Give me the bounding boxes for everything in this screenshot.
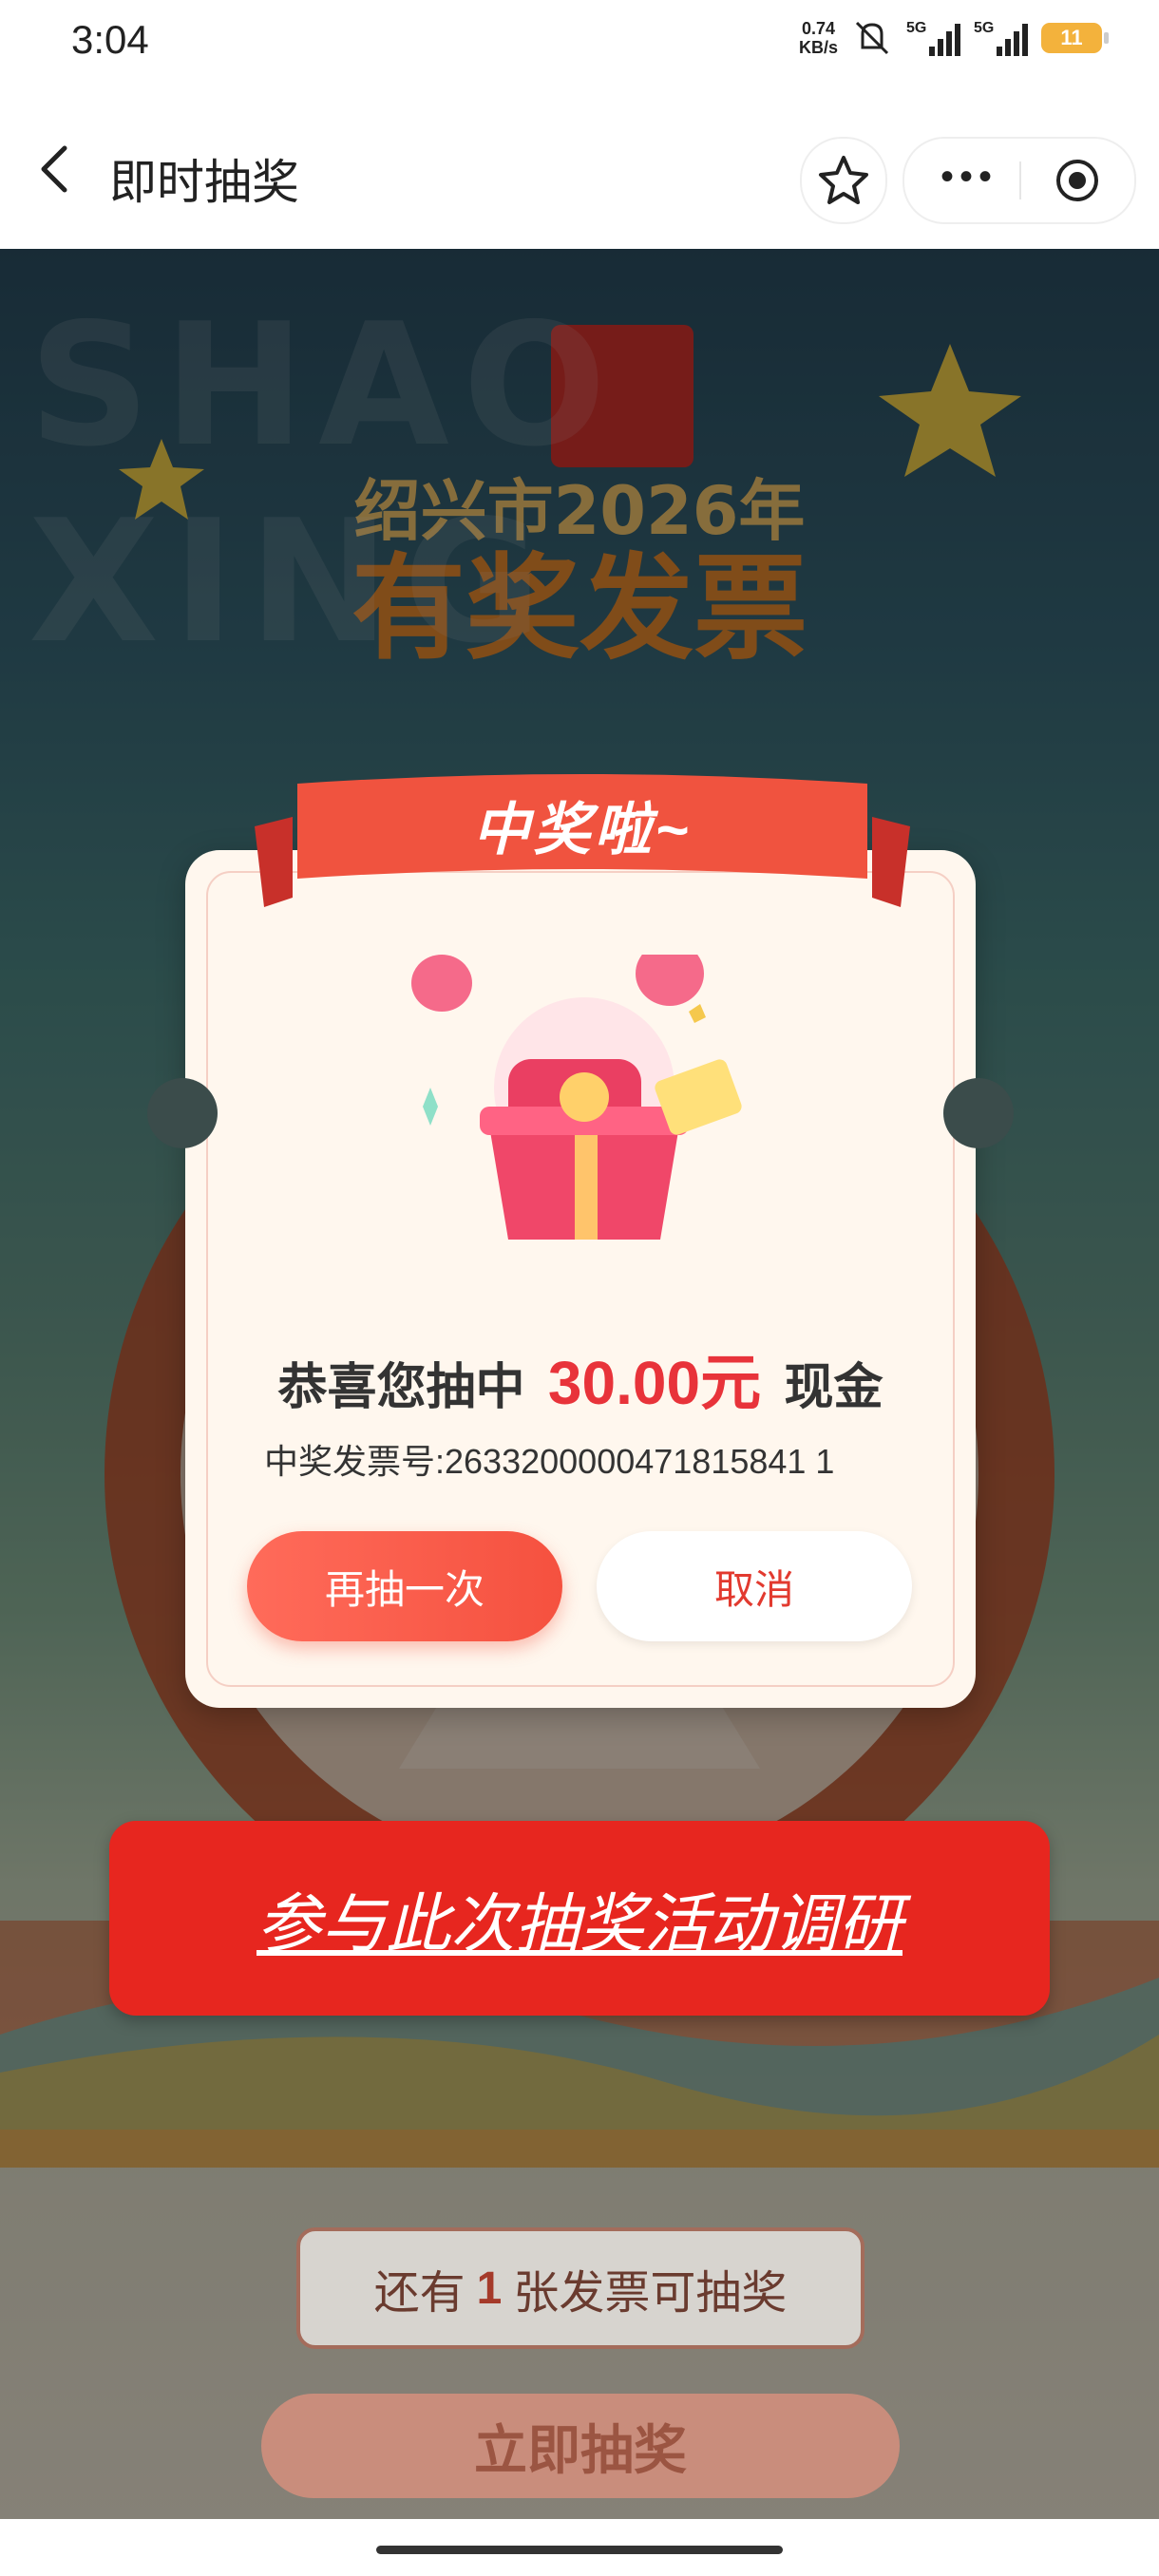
invoice-number: 中奖发票号:2633200000471815841 1 <box>264 1442 835 1481</box>
close-target-icon[interactable] <box>1054 158 1100 203</box>
signal-sim2-icon: 5G <box>974 20 1028 56</box>
status-bar: 3:04 0.74 KB/s 5G 5G 11 <box>0 0 1159 87</box>
draw-now-button[interactable]: 立即抽奖 <box>261 2394 900 2498</box>
home-indicator[interactable] <box>376 2546 783 2554</box>
gift-box-illustration <box>411 955 742 1240</box>
home-indicator-area <box>0 2519 1159 2576</box>
cancel-button[interactable]: 取消 <box>597 1531 912 1641</box>
remaining-count-badge: 还有 1 张发票可抽奖 <box>296 2227 864 2349</box>
remaining-count: 1 <box>476 2263 503 2314</box>
nav-bar: 即时抽奖 ••• <box>0 87 1159 249</box>
prize-message: 恭喜您抽中 30.00元 现金 <box>277 1349 884 1417</box>
network-speed: 0.74 KB/s <box>798 19 838 57</box>
page-title: 即时抽奖 <box>109 156 299 209</box>
mute-icon <box>855 21 889 55</box>
capsule-divider <box>1019 161 1021 199</box>
battery-icon: 11 <box>1041 23 1109 53</box>
survey-button[interactable]: 参与此次抽奖活动调研 <box>109 1821 1050 2016</box>
ribbon-title: 中奖啦~ <box>472 798 693 862</box>
signal-sim1-icon: 5G <box>906 20 960 56</box>
star-icon <box>819 156 868 204</box>
back-arrow-icon[interactable] <box>28 141 86 198</box>
draw-again-button[interactable]: 再抽一次 <box>247 1531 562 1641</box>
mini-program-capsule: ••• <box>902 137 1136 224</box>
prize-amount: 30.00元 <box>547 1349 762 1417</box>
status-time: 3:04 <box>71 17 149 62</box>
status-icons: 0.74 KB/s 5G 5G 11 <box>798 19 1109 57</box>
more-icon[interactable]: ••• <box>940 158 998 196</box>
favorite-button[interactable] <box>800 137 887 224</box>
